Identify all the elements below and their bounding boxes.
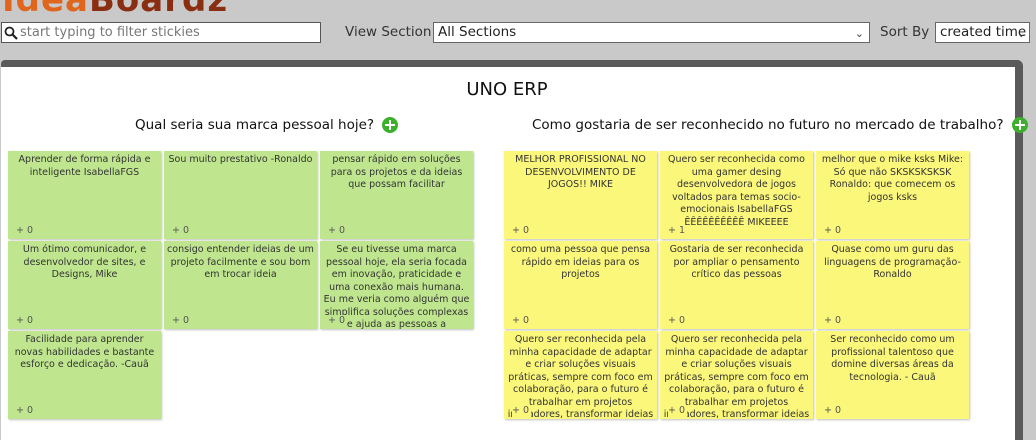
vote-count[interactable]: + 0 bbox=[172, 314, 192, 327]
sticky-note[interactable]: Aprender de forma rápida e inteligente I… bbox=[8, 151, 161, 239]
sticky-text: Quero ser reconhecida como uma gamer des… bbox=[668, 154, 805, 228]
vote-count[interactable]: + 0 bbox=[512, 404, 532, 417]
section-title: Qual seria sua marca pessoal hoje? bbox=[135, 117, 399, 133]
sticky-note[interactable]: MELHOR PROFISSIONAL NO DESENVOLVIMENTO D… bbox=[504, 151, 657, 239]
app-logo: IdeaBoardz bbox=[2, 0, 228, 17]
logo-text-idea: Idea bbox=[2, 0, 89, 20]
sort-by-select[interactable]: created time ⌄ bbox=[935, 22, 1030, 43]
sticky-note[interactable]: Se eu tivesse uma marca pessoal hoje, el… bbox=[320, 241, 473, 329]
chevron-down-icon: ⌄ bbox=[854, 27, 864, 40]
sticky-text: consigo entender ideias de um projeto fa… bbox=[167, 244, 314, 280]
sticky-text: MELHOR PROFISSIONAL NO DESENVOLVIMENTO D… bbox=[515, 154, 646, 190]
vote-count[interactable]: + 0 bbox=[512, 224, 532, 237]
section-title: Como gostaria de ser reconhecido no futu… bbox=[532, 117, 1028, 133]
sticky-text: Sou muito prestativo -Ronaldo bbox=[168, 154, 313, 165]
sticky-note[interactable]: Quero ser reconhecida pela minha capacid… bbox=[504, 331, 657, 419]
search-icon bbox=[2, 24, 20, 42]
view-section-label: View Section bbox=[345, 24, 432, 40]
add-sticky-icon[interactable] bbox=[382, 117, 399, 133]
sort-by-value: created time bbox=[940, 24, 1027, 40]
sticky-note[interactable]: Quero ser reconhecida como uma gamer des… bbox=[660, 151, 813, 239]
chevron-down-icon: ⌄ bbox=[1016, 27, 1026, 40]
vote-count[interactable]: + 0 bbox=[328, 314, 348, 327]
sticky-text: Gostaria de ser reconhecida por ampliar … bbox=[669, 244, 804, 280]
filter-stickies-input[interactable] bbox=[20, 25, 316, 40]
vote-count[interactable]: + 1 bbox=[668, 224, 688, 237]
sticky-text: Um ótimo comunicador, e desenvolvedor de… bbox=[22, 244, 147, 280]
sort-by-label: Sort By bbox=[880, 24, 930, 40]
sticky-text: como uma pessoa que pensa rápido em idei… bbox=[510, 244, 651, 280]
vote-count[interactable]: + 0 bbox=[824, 224, 844, 237]
sticky-text: pensar rápido em soluções para os projet… bbox=[330, 154, 463, 190]
sticky-note[interactable]: melhor que o mike ksks Mike: Só que não … bbox=[816, 151, 969, 239]
vote-count[interactable]: + 0 bbox=[16, 224, 36, 237]
section-title-text: Qual seria sua marca pessoal hoje? bbox=[135, 117, 375, 133]
sticky-note[interactable]: Facilidade para aprender novas habilidad… bbox=[8, 331, 161, 419]
vote-count[interactable]: + 0 bbox=[824, 404, 844, 417]
sticky-note[interactable]: Sou muito prestativo -Ronaldo + 0 bbox=[164, 151, 317, 239]
board-title: UNO ERP bbox=[466, 79, 548, 100]
sticky-note[interactable]: consigo entender ideias de um projeto fa… bbox=[164, 241, 317, 329]
add-sticky-icon[interactable] bbox=[1011, 117, 1028, 133]
sticky-note[interactable]: Quase como um guru das linguagens de pro… bbox=[816, 241, 969, 329]
vote-count[interactable]: + 0 bbox=[16, 314, 36, 327]
vote-count[interactable]: + 0 bbox=[172, 224, 192, 237]
search-box[interactable] bbox=[1, 22, 321, 43]
board: UNO ERP Qual seria sua marca pessoal hoj… bbox=[1, 60, 1028, 440]
sticky-text: Ser reconhecido como um profissional tal… bbox=[830, 334, 955, 383]
sticky-text: Aprender de forma rápida e inteligente I… bbox=[18, 154, 151, 178]
sticky-note[interactable]: Gostaria de ser reconhecida por ampliar … bbox=[660, 241, 813, 329]
vote-count[interactable]: + 0 bbox=[668, 404, 688, 417]
sticky-note[interactable]: Ser reconhecido como um profissional tal… bbox=[816, 331, 969, 419]
sticky-text: Facilidade para aprender novas habilidad… bbox=[14, 334, 155, 370]
sticky-text: Quase como um guru das linguagens de pro… bbox=[824, 244, 961, 280]
sticky-note[interactable]: como uma pessoa que pensa rápido em idei… bbox=[504, 241, 657, 329]
section-title-text: Como gostaria de ser reconhecido no futu… bbox=[532, 117, 1004, 133]
view-section-value: All Sections bbox=[438, 24, 517, 40]
vote-count[interactable]: + 0 bbox=[512, 314, 532, 327]
vote-count[interactable]: + 0 bbox=[16, 404, 36, 417]
vote-count[interactable]: + 0 bbox=[824, 314, 844, 327]
sticky-note[interactable]: Um ótimo comunicador, e desenvolvedor de… bbox=[8, 241, 161, 329]
sticky-note[interactable]: pensar rápido em soluções para os projet… bbox=[320, 151, 473, 239]
view-section-select[interactable]: All Sections ⌄ bbox=[433, 22, 870, 43]
sticky-text: melhor que o mike ksks Mike: Só que não … bbox=[821, 154, 964, 203]
vote-count[interactable]: + 0 bbox=[668, 314, 688, 327]
logo-text-boardz: Boardz bbox=[89, 0, 229, 20]
sticky-note[interactable]: Quero ser reconhecida pela minha capacid… bbox=[660, 331, 813, 419]
vote-count[interactable]: + 0 bbox=[328, 224, 348, 237]
